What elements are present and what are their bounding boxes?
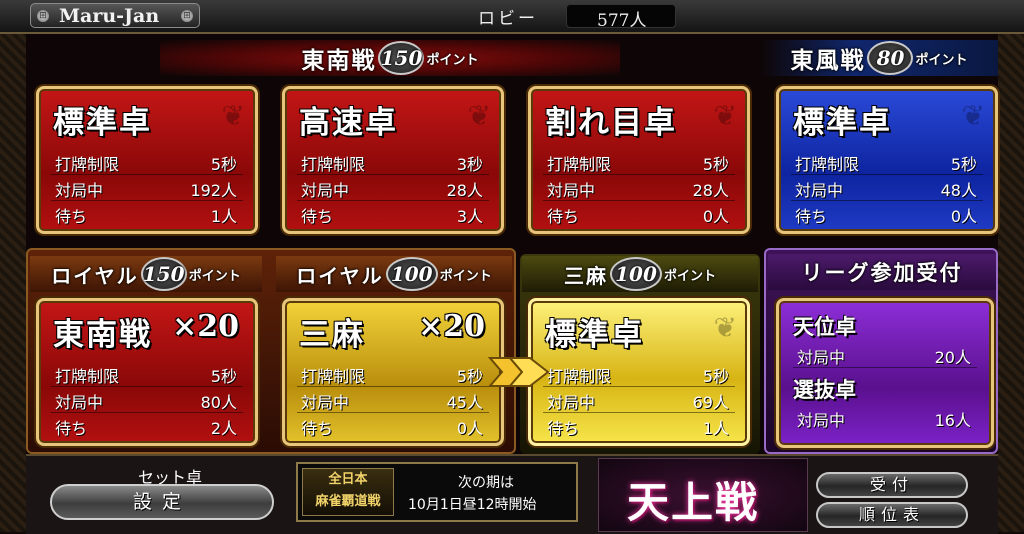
header-tonpu-unit: ポイント [915, 52, 968, 68]
dragon-deco-icon: ❦ [713, 311, 737, 344]
ranking-button[interactable]: 順位表 [816, 502, 968, 528]
lobby-count-box: 577人 [566, 4, 676, 31]
dragon-deco-icon: ❦ [467, 99, 491, 132]
dragon-deco-icon: ❦ [713, 99, 737, 132]
row-playing: 対局中 80人 [51, 387, 243, 413]
header-sanma-100: 三麻 100 ポイント [522, 256, 758, 292]
header-royal-100: ロイヤル 100 ポイント [276, 256, 512, 292]
league-senbatsu-title: 選抜卓 [793, 377, 856, 402]
notice-start-date: 10月1日昼12時開始 [408, 497, 537, 513]
tournament-logo-line1: 全日本 [328, 472, 368, 487]
app-title: Maru-Jan [59, 5, 160, 27]
card-title: 高速卓 [299, 105, 398, 141]
notice-next-term: 次の期は [458, 475, 514, 491]
lobby-count: 577人 [597, 11, 647, 31]
screw-left-icon: ⊞ [37, 10, 49, 22]
table-card-royal-sanma[interactable]: 三麻 ×20 打牌制限 5秒 対局中 45人 待ち 0人 [282, 298, 504, 446]
header-sanma-points: 100 [609, 257, 662, 291]
table-card-standard-tonpu[interactable]: ❦ 標準卓 打牌制限 5秒 対局中 48人 待ち 0人 [776, 86, 998, 234]
header-tonpu-points: 80 [867, 41, 914, 75]
header-royal150-label: ロイヤル [51, 263, 139, 288]
table-card-royal-tonnan[interactable]: 東南戦 ×20 打牌制限 5秒 対局中 80人 待ち 2人 [36, 298, 258, 446]
header-tonnan-label: 東南戦 [301, 47, 377, 74]
dragon-deco-icon: ❦ [961, 99, 985, 132]
row-waiting: 待ち 2人 [55, 419, 237, 438]
row-playing: 対局中 45人 [297, 387, 489, 413]
header-tonnan-unit: ポイント [426, 52, 479, 68]
row-waiting: 待ち 3人 [301, 207, 483, 226]
header-royal150-unit: ポイント [188, 268, 241, 284]
tenjo-event-banner[interactable]: 天上戦 [598, 458, 808, 532]
accept-button[interactable]: 受付 [816, 472, 968, 498]
header-royal100-points: 100 [385, 257, 438, 291]
league-card[interactable]: 天位卓 対局中 20人 選抜卓 対局中 16人 [776, 298, 994, 448]
row-playing: 対局中 28人 [543, 175, 735, 201]
league-tenni-title: 天位卓 [793, 314, 856, 339]
screw-right-icon: ⊞ [181, 10, 193, 22]
row-waiting: 待ち 0人 [795, 207, 977, 226]
tournament-logo: 全日本 麻雀覇道戦 [302, 468, 394, 516]
league-tenni-playing: 対局中 20人 [793, 341, 977, 368]
setting-button[interactable]: 設定 [50, 484, 274, 520]
row-playing: 対局中 48人 [791, 175, 983, 201]
top-bar: ⊞ Maru-Jan ⊞ ロビー 577人 [0, 0, 1024, 34]
row-time-limit: 打牌制限 3秒 [297, 149, 489, 175]
header-league-label: リーグ参加受付 [801, 260, 963, 285]
card-title: 三麻 [299, 317, 365, 353]
left-border-decoration [0, 34, 26, 532]
header-tonnan-points: 150 [378, 41, 425, 75]
row-time-limit: 打牌制限 5秒 [791, 149, 983, 175]
pointer-arrow-icon [488, 357, 550, 387]
table-card-wareme-tonnan[interactable]: ❦ 割れ目卓 打牌制限 5秒 対局中 28人 待ち 0人 [528, 86, 750, 234]
row-playing: 対局中 28人 [297, 175, 489, 201]
card-title: 東南戦 [53, 317, 152, 353]
header-tonnan-150: 東南戦 150 ポイント [160, 40, 620, 76]
card-multiplier: ×20 [172, 309, 239, 344]
row-time-limit: 打牌制限 5秒 [51, 361, 243, 387]
row-waiting: 待ち 0人 [301, 419, 483, 438]
header-sanma-label: 三麻 [563, 263, 608, 288]
header-league: リーグ参加受付 [768, 254, 996, 290]
header-royal100-label: ロイヤル [296, 263, 384, 288]
row-waiting: 待ち 1人 [55, 207, 237, 226]
table-card-fast-tonnan[interactable]: ❦ 高速卓 打牌制限 3秒 対局中 28人 待ち 3人 [282, 86, 504, 234]
header-tonpu-label: 東風戦 [790, 47, 866, 74]
card-title: 標準卓 [545, 317, 644, 353]
header-royal150-points: 150 [140, 257, 187, 291]
card-multiplier: ×20 [418, 309, 485, 344]
dragon-deco-icon: ❦ [221, 99, 245, 132]
right-border-decoration [998, 34, 1024, 532]
header-sanma-unit: ポイント [663, 268, 716, 284]
row-time-limit: 打牌制限 5秒 [543, 149, 735, 175]
app-title-plate: ⊞ Maru-Jan ⊞ [30, 3, 200, 28]
row-playing: 対局中 192人 [51, 175, 243, 201]
row-playing: 対局中 69人 [543, 387, 735, 413]
row-time-limit: 打牌制限 5秒 [51, 149, 243, 175]
tournament-notice[interactable]: 全日本 麻雀覇道戦 次の期は 10月1日昼12時開始 [296, 462, 578, 522]
header-royal-150: ロイヤル 150 ポイント [30, 256, 262, 292]
table-card-sanma-standard[interactable]: ❦ 標準卓 打牌制限 5秒 対局中 69人 待ち 1人 [528, 298, 750, 446]
row-waiting: 待ち 0人 [547, 207, 729, 226]
tournament-logo-line2: 麻雀覇道戦 [315, 494, 381, 509]
header-tonpu-80: 東風戦 80 ポイント [760, 40, 998, 76]
card-title: 割れ目卓 [545, 105, 677, 141]
row-time-limit: 打牌制限 5秒 [543, 361, 735, 387]
header-royal100-unit: ポイント [439, 268, 492, 284]
row-waiting: 待ち 1人 [547, 419, 729, 438]
card-title: 標準卓 [793, 105, 892, 141]
row-time-limit: 打牌制限 5秒 [297, 361, 489, 387]
card-title: 標準卓 [53, 105, 152, 141]
tenjo-event-title: 天上戦 [627, 478, 760, 527]
table-card-standard-tonnan[interactable]: ❦ 標準卓 打牌制限 5秒 対局中 192人 待ち 1人 [36, 86, 258, 234]
league-senbatsu-playing: 対局中 16人 [797, 411, 971, 430]
lobby-label: ロビー [478, 9, 538, 29]
